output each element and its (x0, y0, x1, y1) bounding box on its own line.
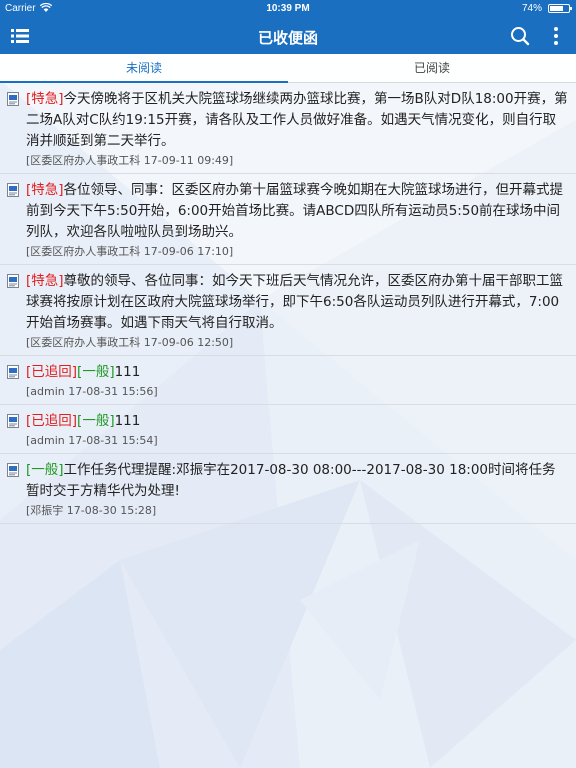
message-item[interactable]: [特急]今天傍晚将于区机关大院篮球场继续两办篮球比赛，第一场B队对D队18:00… (0, 83, 576, 174)
message-text: [特急]尊敬的领导、各位同事：如今天下班后天气情况允许，区委区府办第十届干部职工… (26, 271, 568, 334)
more-vertical-icon[interactable] (544, 24, 568, 48)
message-item[interactable]: [已追回][一般]111 [admin 17-08-31 15:54] (0, 405, 576, 454)
tab-unread-label: 未阅读 (125, 61, 162, 75)
message-meta: [区委区府办人事政工科 17-09-06 17:10] (26, 245, 234, 258)
document-icon (7, 183, 19, 197)
page-title: 已收便函 (257, 29, 318, 47)
priority-tag-urgent: [特急] (26, 182, 64, 198)
priority-tag-normal: [一般] (77, 413, 115, 429)
message-text: [已追回][一般]111 (26, 411, 568, 432)
message-meta: [admin 17-08-31 15:54] (26, 434, 158, 447)
battery-icon (548, 4, 572, 13)
document-icon (7, 463, 19, 477)
message-meta: [admin 17-08-31 15:56] (26, 385, 158, 398)
document-icon (7, 365, 19, 379)
message-text: [特急]今天傍晚将于区机关大院篮球场继续两办篮球比赛，第一场B队对D队18:00… (26, 89, 568, 152)
message-list: [特急]今天傍晚将于区机关大院篮球场继续两办篮球比赛，第一场B队对D队18:00… (0, 83, 576, 524)
message-item[interactable]: [一般]工作任务代理提醒:邓振宇在2017-08-30 08:00---2017… (0, 454, 576, 524)
message-item[interactable]: [特急]各位领导、同事：区委区府办第十届篮球赛今晚如期在大院篮球场进行，但开幕式… (0, 174, 576, 265)
battery-percent: 74% (521, 3, 542, 14)
active-tab-indicator (0, 81, 288, 83)
message-meta: [区委区府办人事政工科 17-09-06 12:50] (26, 336, 234, 349)
nav-bar: 已收便函 (0, 18, 576, 54)
message-meta: [邓振宇 17-08-30 15:28] (26, 504, 157, 517)
document-icon (7, 274, 19, 288)
message-item[interactable]: [特急]尊敬的领导、各位同事：如今天下班后天气情况允许，区委区府办第十届干部职工… (0, 265, 576, 356)
status-bar: Carrier 10:39 PM 74% (0, 0, 576, 18)
message-body: 今天傍晚将于区机关大院篮球场继续两办篮球比赛，第一场B队对D队18:00开赛，第… (26, 91, 568, 149)
priority-tag-recalled: [已追回] (26, 413, 78, 429)
tab-read-label: 已阅读 (413, 61, 450, 75)
tab-unread[interactable]: 未阅读 (0, 54, 288, 83)
message-body: 工作任务代理提醒:邓振宇在2017-08-30 08:00---2017-08-… (26, 462, 556, 499)
message-body: 111 (114, 364, 141, 380)
priority-tag-recalled: [已追回] (26, 364, 78, 380)
message-body: 尊敬的领导、各位同事：如今天下班后天气情况允许，区委区府办第十届干部职工篮球赛将… (26, 273, 564, 331)
search-icon[interactable] (508, 24, 532, 48)
message-meta: [区委区府办人事政工科 17-09-11 09:49] (26, 154, 234, 167)
clock: 10:39 PM (266, 3, 310, 14)
priority-tag-normal: [一般] (26, 462, 64, 478)
priority-tag-urgent: [特急] (26, 91, 64, 107)
message-item[interactable]: [已追回][一般]111 [admin 17-08-31 15:56] (0, 356, 576, 405)
message-body: 111 (114, 413, 141, 429)
document-icon (7, 92, 19, 106)
message-text: [已追回][一般]111 (26, 362, 568, 383)
priority-tag-urgent: [特急] (26, 273, 64, 289)
tab-read[interactable]: 已阅读 (288, 54, 576, 82)
priority-tag-normal: [一般] (77, 364, 115, 380)
message-text: [特急]各位领导、同事：区委区府办第十届篮球赛今晚如期在大院篮球场进行，但开幕式… (26, 180, 568, 243)
message-text: [一般]工作任务代理提醒:邓振宇在2017-08-30 08:00---2017… (26, 460, 568, 502)
tab-bar: 未阅读 已阅读 (0, 54, 576, 83)
document-icon (7, 414, 19, 428)
message-body: 各位领导、同事：区委区府办第十届篮球赛今晚如期在大院篮球场进行，但开幕式提前到今… (26, 182, 564, 240)
